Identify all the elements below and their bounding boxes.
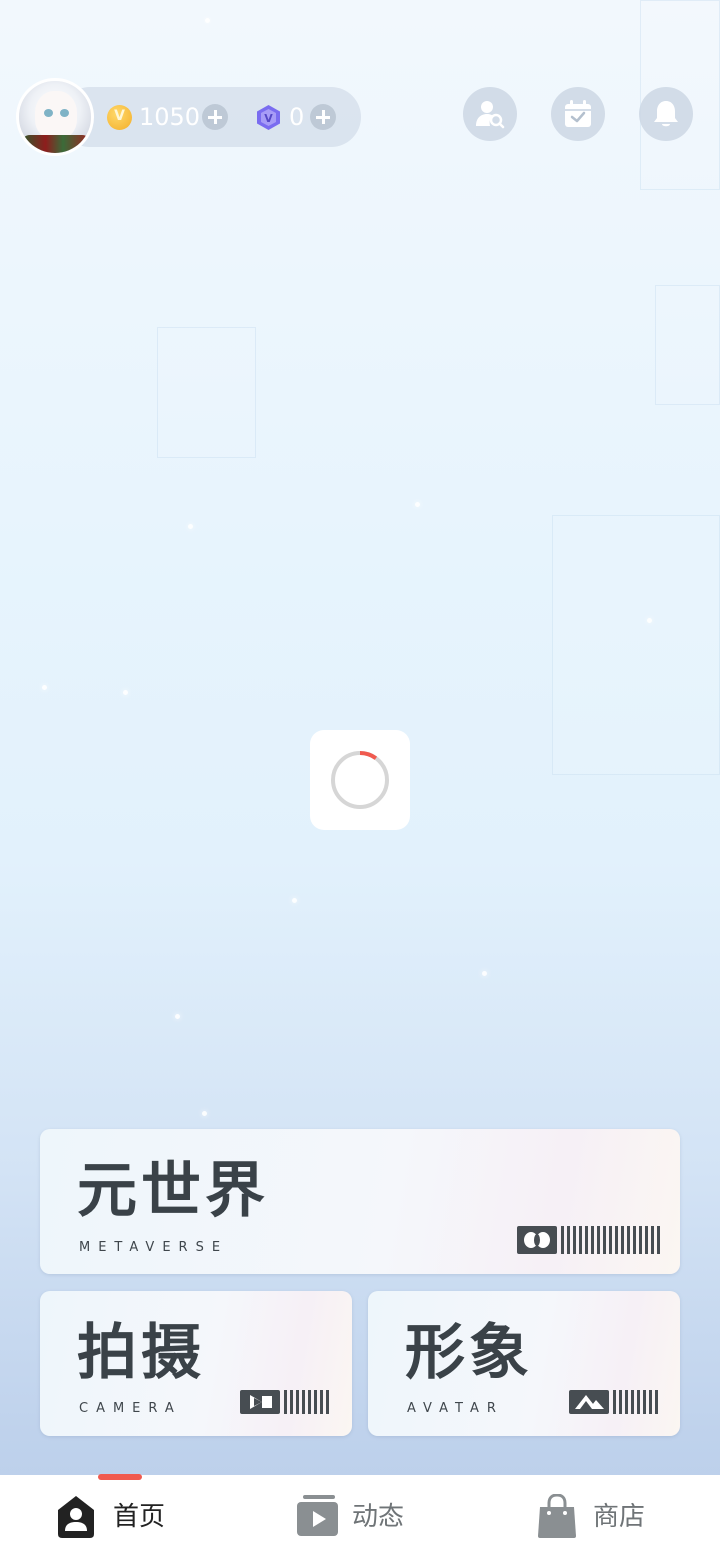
daily-checkin-button[interactable] <box>551 87 605 141</box>
sparkle <box>42 685 47 690</box>
nav-feed-label: 动态 <box>352 1502 405 1532</box>
find-friend-button[interactable] <box>463 87 517 141</box>
loading-indicator <box>310 730 410 830</box>
avatar-face <box>35 91 77 139</box>
sparkle <box>415 502 420 507</box>
find-friend-icon <box>476 101 505 129</box>
purple-gem-icon: V <box>257 105 280 130</box>
sparkle <box>482 971 487 976</box>
camera-title: 拍摄 <box>77 1318 205 1388</box>
notifications-button[interactable] <box>639 87 693 141</box>
background-panel <box>655 285 720 405</box>
user-avatar[interactable] <box>16 78 94 156</box>
avatar-barcode <box>569 1390 661 1414</box>
vr-goggles-icon <box>524 1232 550 1248</box>
nav-home-label: 首页 <box>113 1502 166 1532</box>
metaverse-subtitle: METAVERSE <box>79 1240 229 1255</box>
add-coins-button[interactable] <box>202 104 228 130</box>
coin-balance: 1050 <box>139 103 201 131</box>
nav-feed[interactable]: 动态 <box>296 1494 416 1540</box>
sparkle <box>202 1111 207 1116</box>
mountain-image-icon <box>575 1395 604 1409</box>
background-panel <box>157 327 256 458</box>
avatar-eye <box>60 109 69 117</box>
home-person-icon <box>58 1496 94 1538</box>
camera-card[interactable]: 拍摄 CAMERA <box>40 1291 352 1436</box>
sparkle <box>123 690 128 695</box>
metaverse-card[interactable]: 元世界 METAVERSE <box>40 1129 680 1274</box>
add-gems-button[interactable] <box>310 104 336 130</box>
svg-text:V: V <box>264 112 273 125</box>
background-panel <box>552 515 720 775</box>
loading-spinner-icon <box>331 751 389 809</box>
nav-store[interactable]: 商店 <box>537 1494 657 1540</box>
nav-home[interactable]: 首页 <box>54 1494 174 1540</box>
nav-store-label: 商店 <box>593 1502 646 1532</box>
avatar-scarf <box>21 135 91 153</box>
video-camera-icon <box>250 1395 272 1409</box>
camera-subtitle: CAMERA <box>79 1401 182 1416</box>
avatar-eye <box>44 109 53 117</box>
shopping-bag-icon <box>538 1494 576 1538</box>
sparkle <box>647 618 652 623</box>
sparkle <box>292 898 297 903</box>
sparkle <box>188 524 193 529</box>
metaverse-title: 元世界 <box>77 1156 269 1226</box>
camera-barcode <box>240 1390 332 1414</box>
sparkle <box>175 1014 180 1019</box>
avatar-subtitle: AVATAR <box>407 1401 504 1416</box>
calendar-check-icon <box>565 100 591 127</box>
gold-coin-icon <box>107 105 132 130</box>
avatar-card[interactable]: 形象 AVATAR <box>368 1291 680 1436</box>
video-feed-icon <box>297 1495 338 1536</box>
sparkle <box>205 18 210 23</box>
gem-balance: 0 <box>289 103 305 131</box>
avatar-title: 形象 <box>405 1318 533 1388</box>
bell-icon <box>654 101 678 127</box>
metaverse-barcode <box>517 1226 661 1254</box>
active-tab-indicator <box>98 1474 142 1480</box>
